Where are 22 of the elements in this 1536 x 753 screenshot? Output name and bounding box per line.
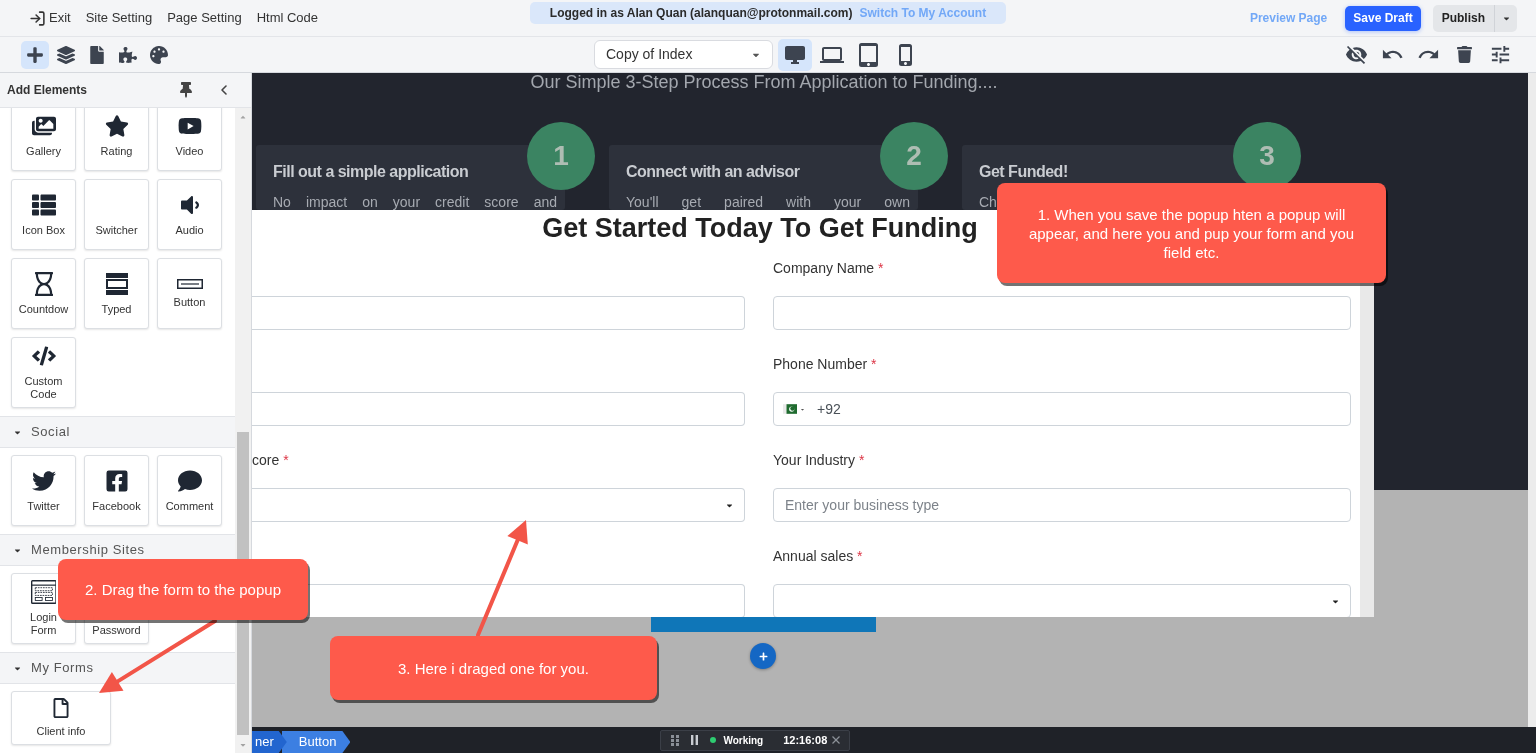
step-title: Connect with an advisor xyxy=(626,162,800,182)
login-notice: Logged in as Alan Quan (alanquan@protonmail.com) xyxy=(549,5,853,22)
status-label: Working xyxy=(723,733,764,748)
step-number: 1 xyxy=(527,122,595,190)
step-title: Get Funded! xyxy=(979,162,1068,182)
callout-tooltip: 2. Drag the form to the popup xyxy=(58,559,308,620)
callout-tooltip: 3. Here i draged one for you. xyxy=(330,636,657,700)
panel-title: Add Elements xyxy=(7,82,87,99)
field-label: Phone Number * xyxy=(773,354,877,374)
callout-tooltip: 1. When you save the popup hten a popup will appear, and here you and pup your form and you field etc. xyxy=(997,183,1386,283)
field-label: Annual sales * xyxy=(773,546,863,566)
step-text: Ch xyxy=(979,194,997,210)
popup-title: Get Started Today To Get Funding xyxy=(542,211,978,245)
status-time: 12:16:08 xyxy=(783,732,828,748)
step-title: Fill out a simple application xyxy=(273,162,469,182)
field-label: Your Industry * xyxy=(773,450,865,470)
step-text: You'll get paired with your own xyxy=(626,194,910,210)
field-label: core * xyxy=(252,450,289,470)
section-title: Our Simple 3-Step Process From Application to Funding.... xyxy=(530,73,998,92)
field-label: Company Name * xyxy=(773,258,884,278)
step-number: 2 xyxy=(880,122,948,190)
step-text: No impact on your credit score and xyxy=(273,194,557,210)
